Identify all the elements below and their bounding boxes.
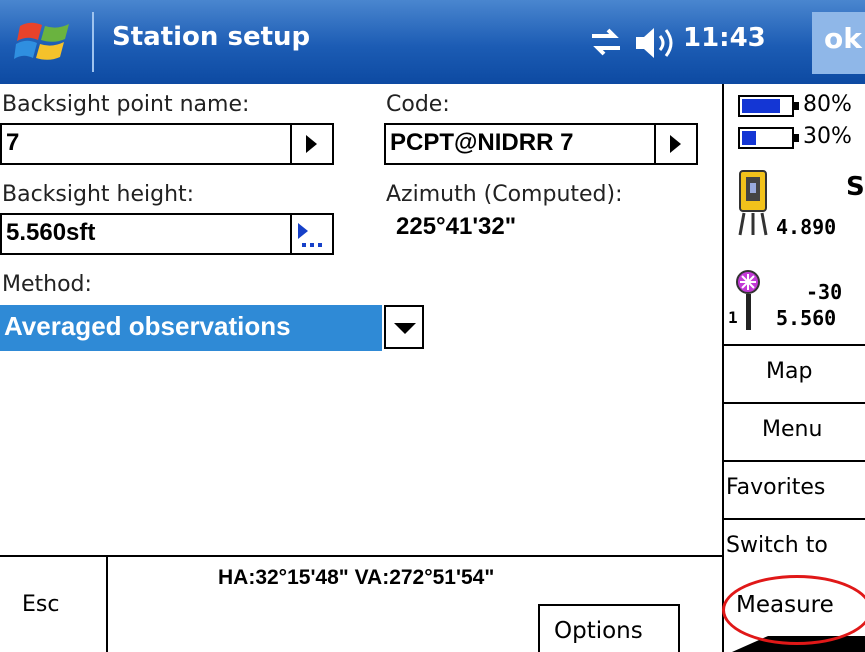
target-id: 1 xyxy=(728,308,738,327)
ok-button[interactable]: ok xyxy=(812,12,865,74)
connectivity-icon[interactable] xyxy=(588,24,624,60)
map-button-label: Map xyxy=(766,359,813,384)
title-separator xyxy=(92,12,94,72)
battery-2-icon xyxy=(738,127,799,149)
azimuth-label: Azimuth (Computed): xyxy=(386,182,623,207)
map-button[interactable]: Map xyxy=(722,344,865,402)
target-constant: -30 xyxy=(806,280,843,304)
options-button-label: Options xyxy=(554,618,643,644)
method-value[interactable]: Averaged observations xyxy=(0,305,382,351)
battery-1-fill xyxy=(742,99,780,113)
backsight-height-label: Backsight height: xyxy=(2,182,195,207)
code-label: Code: xyxy=(386,92,450,117)
target-height: 5.560 xyxy=(776,306,837,330)
angle-readout: HA:32°15'48" VA:272°51'54" xyxy=(218,566,495,589)
battery-nub xyxy=(794,102,799,110)
instrument-letter: S xyxy=(846,172,865,202)
title-bar: Station setup 11:43 ok xyxy=(0,0,865,84)
volume-icon[interactable] xyxy=(634,24,678,62)
backsight-point-arrow-button[interactable] xyxy=(290,125,332,163)
method-dropdown[interactable]: Averaged observations xyxy=(0,305,425,351)
backsight-height-field[interactable]: 5.560sft xyxy=(0,213,334,255)
backsight-height-options-button[interactable] xyxy=(290,215,332,253)
esc-button[interactable]: Esc xyxy=(22,592,59,617)
window-title: Station setup xyxy=(112,22,311,52)
instrument-height: 4.890 xyxy=(776,215,837,239)
station-setup-screen: Station setup 11:43 ok Backsight point n… xyxy=(0,0,865,652)
chevron-down-icon xyxy=(394,323,416,334)
favorites-button[interactable]: Favorites xyxy=(722,460,865,518)
options-button[interactable]: Options xyxy=(538,604,680,652)
battery-1-icon xyxy=(738,95,799,117)
more-options-icon xyxy=(298,223,322,247)
code-value: PCPT@NIDRR 7 xyxy=(390,129,574,156)
battery-2-percent: 30% xyxy=(803,124,852,149)
backsight-point-label: Backsight point name: xyxy=(2,92,250,117)
code-arrow-button[interactable] xyxy=(654,125,696,163)
play-arrow-icon xyxy=(670,135,681,153)
azimuth-value: 225°41'32" xyxy=(396,213,517,240)
method-dropdown-button[interactable] xyxy=(384,305,424,349)
backsight-point-value: 7 xyxy=(6,129,20,156)
windows-start-icon[interactable] xyxy=(14,16,74,66)
prism-target-icon[interactable] xyxy=(734,270,766,332)
highlight-ellipse xyxy=(722,575,865,645)
code-field[interactable]: PCPT@NIDRR 7 xyxy=(384,123,698,165)
battery-nub xyxy=(794,134,799,142)
menu-button[interactable]: Menu xyxy=(722,402,865,460)
menu-button-label: Menu xyxy=(762,417,823,442)
battery-2-fill xyxy=(742,131,756,145)
clock: 11:43 xyxy=(683,23,766,53)
play-arrow-icon xyxy=(306,135,317,153)
esc-divider xyxy=(106,557,108,652)
backsight-point-field[interactable]: 7 xyxy=(0,123,334,165)
favorites-button-label: Favorites xyxy=(726,475,826,500)
backsight-height-value: 5.560sft xyxy=(6,219,96,246)
switch-to-button[interactable]: Switch to xyxy=(722,518,865,576)
battery-1-percent: 80% xyxy=(803,92,852,117)
total-station-icon[interactable] xyxy=(736,165,770,237)
method-label: Method: xyxy=(2,272,92,297)
bottom-bar-divider xyxy=(0,555,722,557)
switch-to-button-label: Switch to xyxy=(726,533,828,558)
